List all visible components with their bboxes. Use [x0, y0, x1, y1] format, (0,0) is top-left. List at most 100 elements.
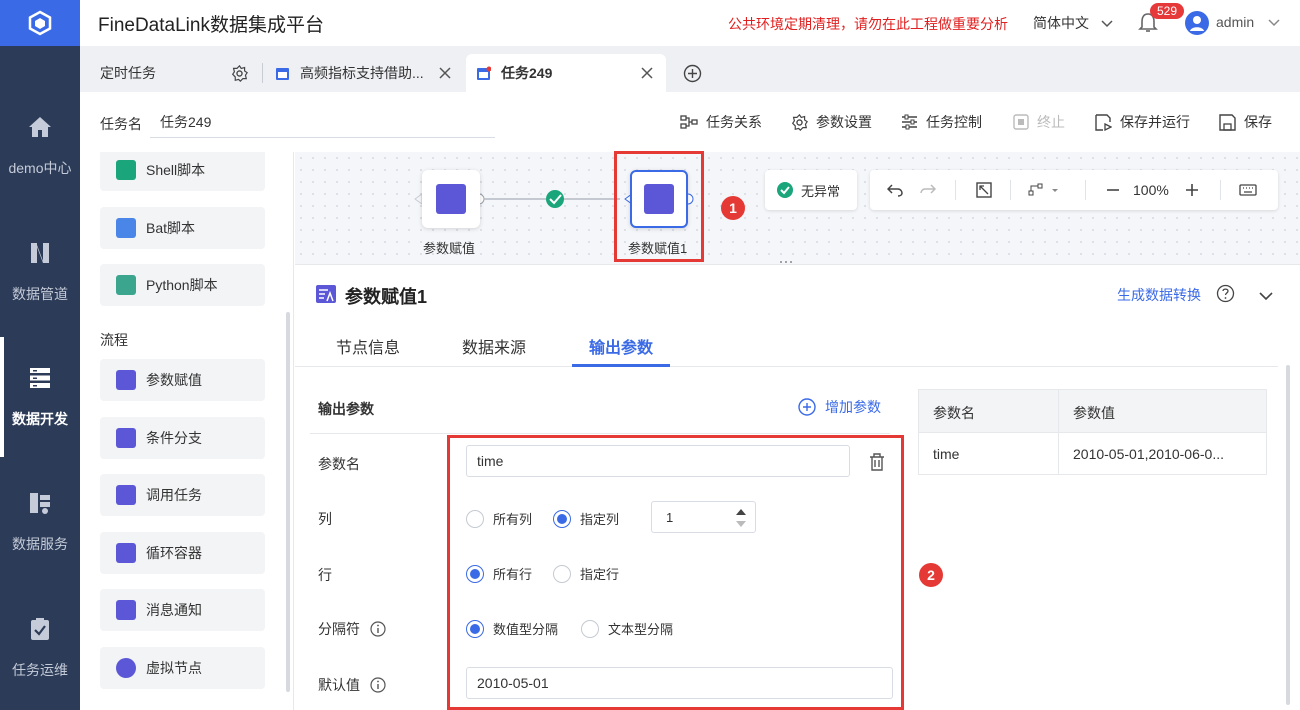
save-icon: [1219, 113, 1236, 131]
nav-item-dev[interactable]: 数据开发: [0, 337, 80, 457]
nav-item-demo[interactable]: demo中心: [0, 86, 80, 206]
panel-title: 参数赋值1: [345, 287, 428, 307]
palette-label: Shell脚本: [146, 162, 206, 178]
tab-indicator[interactable]: 高频指标支持借助...: [275, 54, 465, 92]
canvas-node-assign[interactable]: [422, 170, 480, 228]
task-name-input[interactable]: [150, 106, 495, 138]
ops-icon: [27, 616, 53, 642]
relation-icon: [680, 115, 698, 129]
undo-icon[interactable]: [887, 180, 903, 200]
info-icon[interactable]: [370, 621, 386, 637]
nav-item-ops[interactable]: 任务运维: [0, 588, 80, 708]
tab-label: 任务249: [501, 65, 553, 81]
button-label: 任务关系: [706, 114, 762, 130]
tab-node-info[interactable]: 节点信息: [336, 334, 400, 358]
generate-transform-link[interactable]: 生成数据转换: [1117, 285, 1201, 305]
logo[interactable]: [0, 0, 80, 46]
nav-item-pipeline[interactable]: 数据管道: [0, 212, 80, 332]
pipeline-icon: [27, 240, 53, 266]
fit-view-icon[interactable]: [976, 180, 992, 200]
toolbar-divider: [1085, 180, 1086, 200]
avatar[interactable]: [1185, 11, 1209, 35]
tab-task249[interactable]: 任务249: [466, 54, 666, 92]
palette-item-loop[interactable]: 循环容器: [100, 532, 265, 574]
param-settings-button[interactable]: 参数设置: [791, 112, 872, 132]
palette-item-shell[interactable]: Shell脚本: [100, 152, 265, 191]
nav-label: 数据开发: [12, 411, 68, 427]
save-button[interactable]: 保存: [1219, 112, 1272, 132]
service-icon: [27, 490, 53, 516]
save-run-button[interactable]: 保存并运行: [1095, 112, 1190, 132]
panel-scrollbar[interactable]: [1286, 365, 1290, 705]
task-relation-button[interactable]: 任务关系: [680, 112, 762, 132]
plus-circle-icon: [798, 398, 816, 416]
palette-label: Python脚本: [146, 277, 218, 293]
sliders-icon: [902, 114, 917, 130]
flow-canvas[interactable]: 参数赋值 参数赋值1 无异常 100%: [295, 152, 1300, 267]
node-label: 参数赋值: [423, 241, 476, 256]
user-menu[interactable]: admin: [1216, 14, 1280, 30]
param-assign-icon: [116, 370, 136, 390]
palette-label: Bat脚本: [146, 220, 196, 236]
layout-icon[interactable]: [1028, 180, 1058, 200]
gear-icon[interactable]: [231, 64, 248, 85]
add-param-label: 增加参数: [825, 399, 881, 415]
tab-label: 定时任务: [100, 65, 156, 81]
palette-item-branch[interactable]: 条件分支: [100, 417, 265, 459]
nav-label: 数据管道: [12, 286, 68, 302]
language-select[interactable]: 简体中文: [1033, 13, 1113, 33]
task-name-label: 任务名: [100, 116, 142, 132]
home-icon: [27, 114, 53, 140]
calendar-icon: [477, 66, 491, 80]
info-icon[interactable]: [370, 677, 386, 693]
palette-item-virtual[interactable]: 虚拟节点: [100, 647, 265, 689]
zoom-in-icon[interactable]: [1185, 180, 1199, 200]
divider: [310, 433, 890, 434]
add-tab-icon[interactable]: [683, 64, 702, 86]
keyboard-icon[interactable]: [1239, 180, 1257, 200]
column-label: 列: [318, 511, 332, 527]
add-param-button[interactable]: 增加参数: [798, 397, 881, 417]
marker-2: 2: [919, 563, 943, 587]
close-icon[interactable]: [439, 67, 451, 79]
palette-label: 参数赋值: [146, 372, 202, 388]
highlight-box-2: [447, 435, 904, 710]
palette-item-python[interactable]: Python脚本: [100, 264, 265, 306]
status-text: 无异常: [801, 183, 841, 199]
close-icon[interactable]: [641, 67, 653, 79]
section-title-flow: 流程: [100, 332, 128, 348]
tab-data-source[interactable]: 数据来源: [462, 334, 526, 358]
stop-button[interactable]: 终止: [1013, 112, 1065, 132]
user-icon: [1190, 16, 1204, 31]
tab-output-params[interactable]: 输出参数: [589, 334, 653, 358]
redo-icon[interactable]: [920, 180, 936, 200]
check-circle-icon: [777, 182, 793, 198]
tab-scheduled[interactable]: 定时任务: [100, 54, 156, 92]
save-run-icon: [1095, 113, 1112, 131]
palette-item-bat[interactable]: Bat脚本: [100, 207, 265, 249]
loop-icon: [116, 543, 136, 563]
table-header-cell: 参数值: [1073, 405, 1115, 421]
help-icon[interactable]: [1216, 284, 1235, 306]
param-preview-table: 参数名 参数值 time 2010-05-01,2010-06-0...: [918, 389, 1267, 475]
app-title: FineDataLink数据集成平台: [98, 14, 324, 36]
separator-label: 分隔符: [318, 619, 386, 639]
zoom-out-icon[interactable]: [1106, 180, 1120, 200]
table-cell: time: [933, 446, 960, 462]
nav-item-service[interactable]: 数据服务: [0, 462, 80, 582]
palette-item-notify[interactable]: 消息通知: [100, 589, 265, 631]
palette-label: 条件分支: [146, 430, 202, 446]
collapse-chevron-icon[interactable]: [1259, 288, 1273, 304]
task-bar: 任务名 任务关系 参数设置 任务控制 终止 保存并运行 保存: [80, 92, 1300, 152]
task-control-button[interactable]: 任务控制: [901, 112, 982, 132]
shell-icon: [116, 160, 136, 180]
palette-item-call[interactable]: 调用任务: [100, 474, 265, 516]
chevron-down-icon: [1101, 20, 1113, 28]
param-assign-icon: [316, 285, 336, 303]
dev-icon: [27, 365, 53, 391]
palette-item-assign[interactable]: 参数赋值: [100, 359, 265, 401]
tab-bar: 定时任务 高频指标支持借助... 任务249: [80, 46, 1300, 92]
palette-scrollbar[interactable]: [286, 312, 290, 692]
param-assign-icon: [436, 184, 466, 214]
virtual-node-icon: [116, 658, 136, 678]
